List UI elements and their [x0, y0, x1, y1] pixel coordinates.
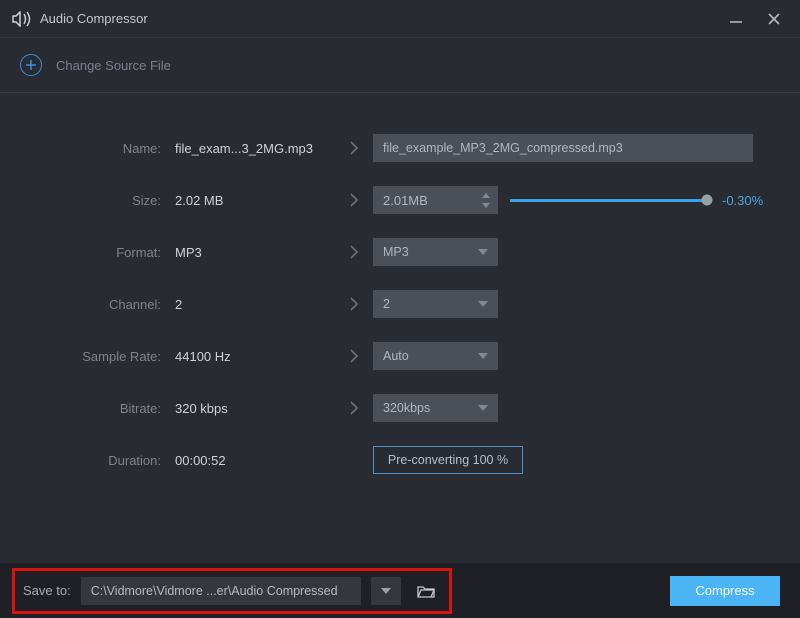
row-format: Format: MP3 MP3: [30, 237, 770, 267]
save-path-dropdown[interactable]: [371, 577, 401, 605]
preconvert-button[interactable]: Pre-converting 100 %: [373, 446, 523, 474]
form-area: Name: file_exam...3_2MG.mp3 Size: 2.02 M…: [0, 93, 800, 475]
caret-down-icon: [478, 301, 488, 307]
row-bitrate: Bitrate: 320 kbps 320kbps: [30, 393, 770, 423]
change-source-label: Change Source File: [56, 58, 171, 73]
target-size-value: 2.01MB: [383, 193, 428, 208]
size-percent: -0.30%: [722, 193, 770, 208]
arrow-icon: [335, 349, 373, 363]
plus-circle-icon: [20, 54, 42, 76]
open-folder-button[interactable]: [411, 577, 441, 605]
caret-down-icon: [478, 249, 488, 255]
sample-rate-select[interactable]: Auto: [373, 342, 498, 370]
target-size-stepper[interactable]: 2.01MB: [373, 186, 498, 214]
window-controls: [728, 11, 782, 27]
minimize-button[interactable]: [728, 11, 744, 27]
arrow-icon: [335, 193, 373, 207]
format-select[interactable]: MP3: [373, 238, 498, 266]
caret-down-icon: [478, 353, 488, 359]
row-channel: Channel: 2 2: [30, 289, 770, 319]
current-name: file_exam...3_2MG.mp3: [175, 141, 335, 156]
arrow-icon: [335, 297, 373, 311]
bitrate-select[interactable]: 320kbps: [373, 394, 498, 422]
label-sample-rate: Sample Rate:: [30, 349, 175, 364]
title-bar: Audio Compressor: [0, 0, 800, 38]
current-size: 2.02 MB: [175, 193, 335, 208]
row-duration: Duration: 00:00:52 Pre-converting 100 %: [30, 445, 770, 475]
label-size: Size:: [30, 193, 175, 208]
sample-rate-select-value: Auto: [383, 349, 409, 363]
footer: Save to: C:\Vidmore\Vidmore ...er\Audio …: [0, 563, 800, 618]
arrow-icon: [335, 141, 373, 155]
current-sample-rate: 44100 Hz: [175, 349, 335, 364]
label-duration: Duration:: [30, 453, 175, 468]
caret-down-icon: [478, 405, 488, 411]
save-path-field[interactable]: C:\Vidmore\Vidmore ...er\Audio Compresse…: [81, 577, 361, 605]
channel-select[interactable]: 2: [373, 290, 498, 318]
bitrate-select-value: 320kbps: [383, 401, 430, 415]
stepper-down-icon[interactable]: [478, 201, 494, 209]
current-format: MP3: [175, 245, 335, 260]
size-slider[interactable]: [510, 199, 710, 202]
channel-select-value: 2: [383, 297, 390, 311]
slider-thumb[interactable]: [702, 195, 713, 206]
label-bitrate: Bitrate:: [30, 401, 175, 416]
save-to-label: Save to:: [23, 583, 71, 598]
row-size: Size: 2.02 MB 2.01MB -0.30%: [30, 185, 770, 215]
current-channel: 2: [175, 297, 335, 312]
save-path-value: C:\Vidmore\Vidmore ...er\Audio Compresse…: [91, 584, 338, 598]
current-bitrate: 320 kbps: [175, 401, 335, 416]
app-icon: [12, 11, 32, 27]
compress-button[interactable]: Compress: [670, 576, 780, 606]
row-name: Name: file_exam...3_2MG.mp3: [30, 133, 770, 163]
arrow-icon: [335, 245, 373, 259]
label-channel: Channel:: [30, 297, 175, 312]
save-to-highlight: Save to: C:\Vidmore\Vidmore ...er\Audio …: [12, 568, 452, 614]
output-name-input[interactable]: [373, 134, 753, 162]
stepper-up-icon[interactable]: [478, 191, 494, 199]
window-title: Audio Compressor: [40, 11, 728, 26]
change-source-row[interactable]: Change Source File: [0, 38, 800, 93]
arrow-icon: [335, 401, 373, 415]
current-duration: 00:00:52: [175, 453, 335, 468]
row-sample-rate: Sample Rate: 44100 Hz Auto: [30, 341, 770, 371]
close-button[interactable]: [766, 11, 782, 27]
label-format: Format:: [30, 245, 175, 260]
format-select-value: MP3: [383, 245, 409, 259]
label-name: Name:: [30, 141, 175, 156]
